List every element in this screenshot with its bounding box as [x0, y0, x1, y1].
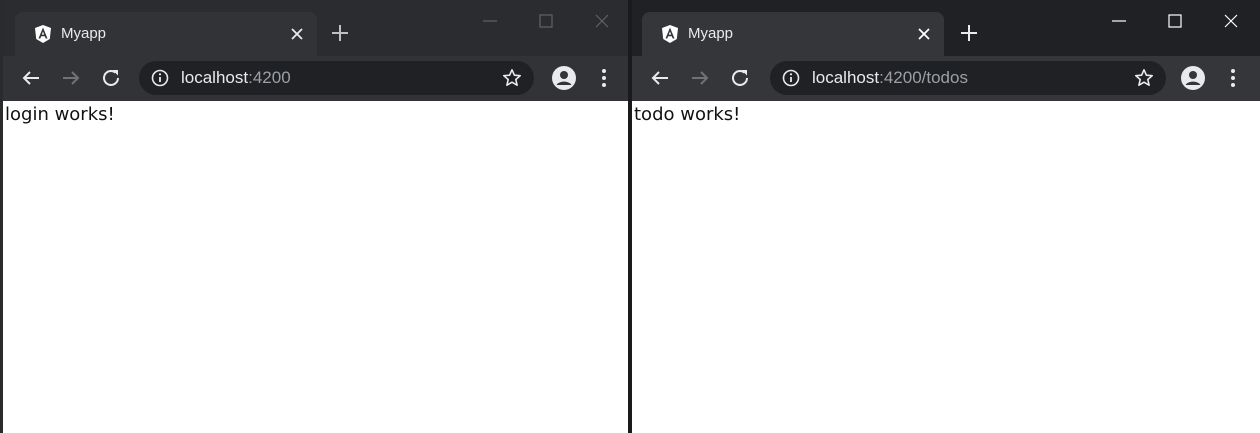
- close-window-button[interactable]: [1218, 8, 1244, 34]
- title-bar: Myapp: [3, 0, 628, 56]
- page-text: todo works!: [634, 104, 741, 125]
- url-text: localhost:4200/todos: [812, 68, 968, 88]
- star-icon[interactable]: [502, 68, 522, 88]
- toolbar: localhost:4200: [3, 56, 628, 101]
- close-icon: [1224, 14, 1238, 28]
- angular-icon: [35, 25, 51, 43]
- back-arrow-icon[interactable]: [648, 66, 672, 90]
- reload-icon[interactable]: [728, 66, 752, 90]
- info-icon[interactable]: [151, 69, 169, 87]
- kebab-menu-icon[interactable]: [1221, 66, 1245, 90]
- back-arrow-icon[interactable]: [19, 66, 43, 90]
- maximize-icon: [539, 14, 553, 28]
- url-host: localhost: [812, 68, 880, 87]
- account-icon[interactable]: [1180, 65, 1206, 91]
- browser-tab[interactable]: Myapp: [642, 12, 944, 56]
- forward-arrow-icon[interactable]: [59, 66, 83, 90]
- address-bar[interactable]: localhost:4200/todos: [770, 61, 1166, 95]
- close-icon[interactable]: [914, 24, 934, 44]
- browser-window-todos: Myapp localhost:4200/todos todo works!: [632, 0, 1260, 433]
- angular-icon: [662, 25, 678, 43]
- maximize-icon: [1168, 14, 1182, 28]
- close-icon[interactable]: [287, 24, 307, 44]
- url-host: localhost: [181, 68, 249, 87]
- title-bar: Myapp: [632, 0, 1260, 56]
- page-text: login works!: [5, 104, 115, 125]
- maximize-button[interactable]: [1162, 8, 1188, 34]
- forward-arrow-icon[interactable]: [688, 66, 712, 90]
- close-window-button[interactable]: [589, 8, 615, 34]
- browser-tab[interactable]: Myapp: [15, 12, 317, 56]
- minimize-icon: [483, 20, 497, 22]
- account-icon[interactable]: [551, 65, 577, 91]
- plus-icon[interactable]: [329, 22, 351, 44]
- toolbar: localhost:4200/todos: [632, 56, 1260, 101]
- url-path: :4200/todos: [879, 68, 968, 87]
- close-icon: [595, 14, 609, 28]
- kebab-menu-icon[interactable]: [592, 66, 616, 90]
- page-content: todo works!: [632, 101, 1260, 433]
- star-icon[interactable]: [1134, 68, 1154, 88]
- minimize-button[interactable]: [1106, 8, 1132, 34]
- minimize-button[interactable]: [477, 8, 503, 34]
- url-path: :4200: [248, 68, 291, 87]
- tab-title: Myapp: [688, 25, 734, 42]
- browser-window-login: Myapp localhost:4200 login works!: [0, 0, 628, 433]
- minimize-icon: [1112, 20, 1126, 22]
- maximize-button[interactable]: [533, 8, 559, 34]
- tab-title: Myapp: [61, 25, 107, 42]
- page-content: login works!: [3, 101, 628, 433]
- url-text: localhost:4200: [181, 68, 291, 88]
- reload-icon[interactable]: [99, 66, 123, 90]
- address-bar[interactable]: localhost:4200: [139, 61, 534, 95]
- plus-icon[interactable]: [958, 22, 980, 44]
- info-icon[interactable]: [782, 69, 800, 87]
